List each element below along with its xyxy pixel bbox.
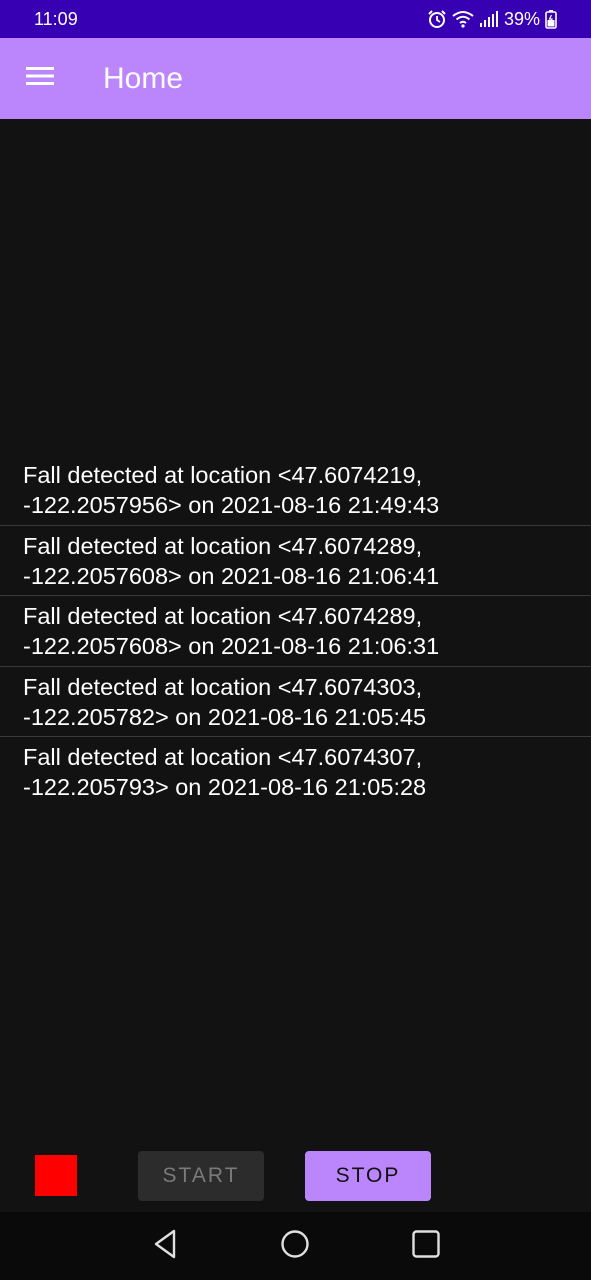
start-button[interactable]: START xyxy=(138,1151,264,1201)
detection-status-indicator xyxy=(35,1155,77,1196)
event-line-2: -122.2057956> on 2021-08-16 21:49:43 xyxy=(23,492,440,518)
event-line-2: -122.205793> on 2021-08-16 21:05:28 xyxy=(23,774,427,800)
wifi-icon xyxy=(452,10,474,28)
menu-button[interactable] xyxy=(0,38,80,119)
list-item[interactable]: Fall detected at location <47.6074307, -… xyxy=(0,737,591,808)
event-line-1: Fall detected at location <47.6074289, xyxy=(23,603,423,629)
event-line-1: Fall detected at location <47.6074303, xyxy=(23,673,423,700)
hamburger-menu-icon xyxy=(26,65,54,92)
recents-icon xyxy=(411,1229,441,1264)
battery-percent: 39% xyxy=(503,8,540,29)
event-line-2: -122.2057608> on 2021-08-16 21:06:41 xyxy=(23,562,440,589)
home-button[interactable] xyxy=(265,1216,325,1276)
recents-button[interactable] xyxy=(396,1216,456,1276)
battery-icon xyxy=(545,9,557,29)
event-line-2: -122.2057608> on 2021-08-16 21:06:31 xyxy=(23,633,440,659)
alarm-icon xyxy=(427,9,447,29)
list-item[interactable]: Fall detected at location <47.6074289, -… xyxy=(0,526,591,596)
page-title: Home xyxy=(103,61,184,95)
home-icon xyxy=(280,1229,310,1264)
fall-event-list: Fall detected at location <47.6074219, -… xyxy=(0,455,591,808)
back-icon xyxy=(152,1229,178,1264)
event-line-1: Fall detected at location <47.6074307, xyxy=(23,744,423,770)
list-item[interactable]: Fall detected at location <47.6074289, -… xyxy=(0,596,591,667)
list-item[interactable]: Fall detected at location <47.6074219, -… xyxy=(0,455,591,526)
status-bar: 11:09 39% xyxy=(0,0,591,38)
app-bar: Home xyxy=(0,38,591,119)
event-line-1: Fall detected at location <47.6074289, xyxy=(23,532,423,559)
signal-icon xyxy=(479,10,499,28)
status-icons: 39% xyxy=(427,9,557,30)
list-item[interactable]: Fall detected at location <47.6074303, -… xyxy=(0,667,591,737)
event-line-1: Fall detected at location <47.6074219, xyxy=(23,462,423,488)
status-time: 11:09 xyxy=(34,8,78,29)
back-button[interactable] xyxy=(135,1216,195,1276)
stop-button[interactable]: STOP xyxy=(305,1151,431,1201)
system-nav-bar xyxy=(0,1212,591,1280)
screen: 11:09 39% Home Fall detected at location… xyxy=(0,0,591,1280)
event-line-2: -122.205782> on 2021-08-16 21:05:45 xyxy=(23,703,427,730)
